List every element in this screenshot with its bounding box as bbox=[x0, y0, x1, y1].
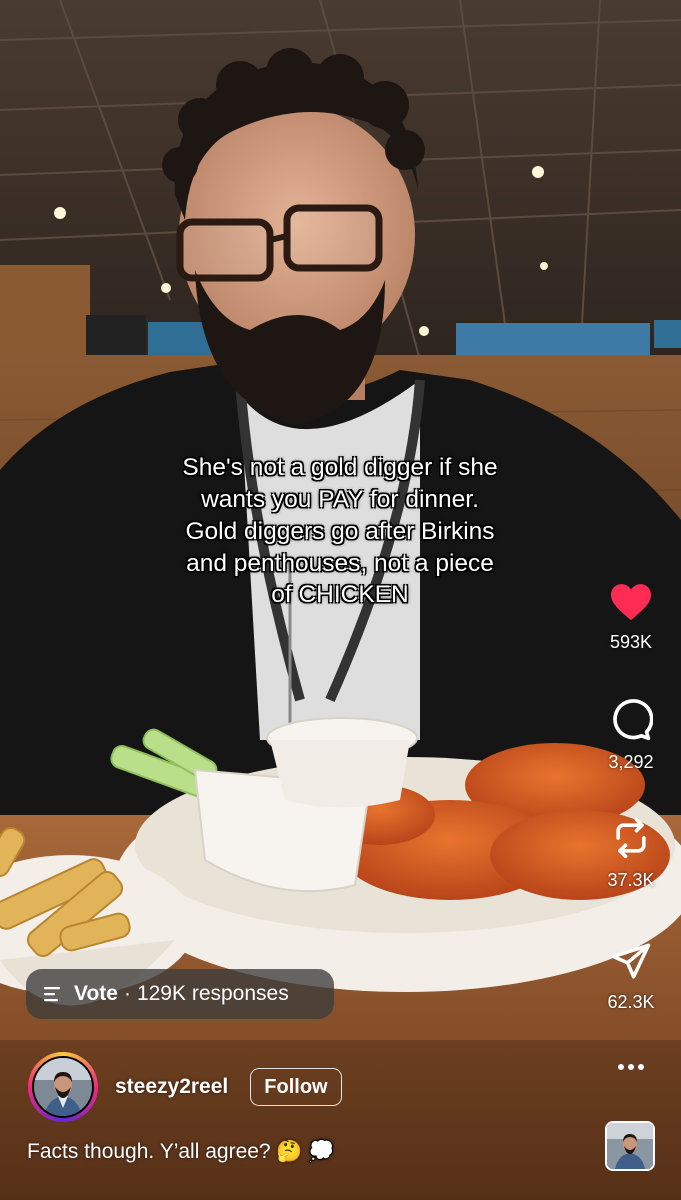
more-icon bbox=[618, 1064, 644, 1070]
author-row: steezy2reel Follow bbox=[28, 1051, 342, 1123]
avatar[interactable] bbox=[28, 1052, 98, 1122]
like-count: 593K bbox=[609, 632, 653, 652]
share-count: 62.3K bbox=[607, 992, 655, 1012]
poll-vote-button[interactable]: Vote · 129K responses bbox=[26, 969, 334, 1019]
avatar-image bbox=[34, 1058, 92, 1116]
repost-count: 37.3K bbox=[607, 870, 655, 890]
repost-icon bbox=[616, 817, 646, 859]
poll-response-count: 129K responses bbox=[136, 982, 289, 1005]
share-button[interactable]: 62.3K bbox=[581, 940, 681, 1013]
audio-thumbnail[interactable] bbox=[605, 1121, 655, 1171]
post-caption[interactable]: Facts though. Y’all agree? 🤔 💭 bbox=[27, 1140, 335, 1164]
heart-icon bbox=[611, 584, 651, 621]
share-icon bbox=[611, 943, 651, 979]
like-button[interactable]: 593K bbox=[581, 582, 681, 653]
repost-button[interactable]: 37.3K bbox=[581, 816, 681, 891]
comment-count: 3,292 bbox=[608, 752, 654, 772]
comment-icon bbox=[613, 699, 653, 741]
comment-button[interactable]: 3,292 bbox=[581, 698, 681, 773]
action-rail: 593K 3,292 37.3K 62.3K bbox=[581, 0, 681, 1200]
poll-vote-label: Vote bbox=[74, 982, 118, 1005]
more-options-button[interactable] bbox=[581, 1062, 681, 1072]
follow-button[interactable]: Follow bbox=[250, 1068, 342, 1106]
poll-icon bbox=[44, 987, 60, 1002]
poll-separator: · bbox=[123, 982, 131, 1005]
author-username[interactable]: steezy2reel bbox=[115, 1075, 228, 1099]
video-overlay-text: She's not a gold digger if she wants you… bbox=[182, 454, 498, 609]
